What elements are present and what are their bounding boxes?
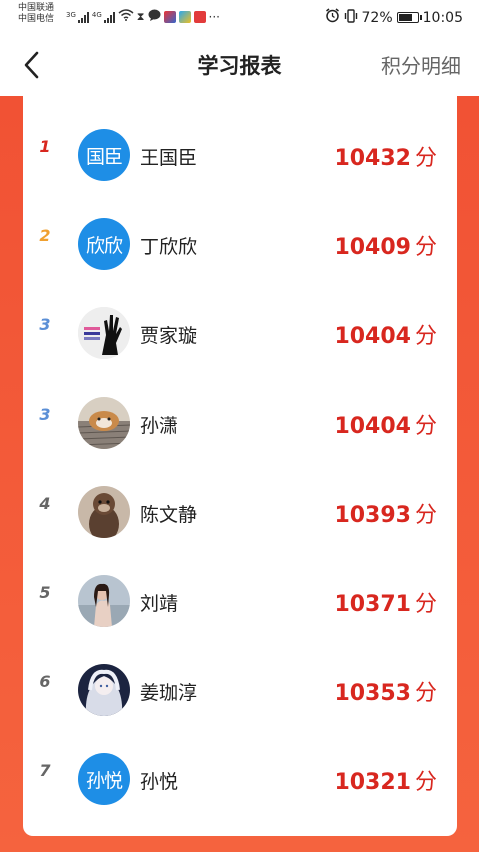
score-unit: 分 xyxy=(414,146,437,171)
rank-number: 2 xyxy=(39,226,51,246)
app-plane-icon xyxy=(178,10,191,23)
score: 10404 分 xyxy=(334,408,437,440)
avatar: 孙悦 xyxy=(78,753,130,806)
vibrate-icon xyxy=(344,8,358,27)
avatar: 欣欣 xyxy=(78,218,130,271)
user-name: 丁欣欣 xyxy=(140,236,198,259)
rank-number: 7 xyxy=(39,761,51,781)
rank-number: 1 xyxy=(39,137,51,156)
hourglass-icon: ⧗ xyxy=(136,9,145,23)
score: 10432 分 xyxy=(334,140,437,172)
app-notification-icon xyxy=(163,10,176,23)
user-name: 孙潇 xyxy=(140,414,179,437)
score: 10404 分 xyxy=(334,318,437,350)
rank-number: 4 xyxy=(39,493,51,513)
score-value: 10404 xyxy=(334,324,411,350)
avatar xyxy=(78,575,130,627)
alarm-icon xyxy=(325,8,340,27)
score-unit: 分 xyxy=(414,235,437,261)
ranking-row[interactable]: 7 孙悦 孙悦 10321 分 xyxy=(23,727,457,817)
user-name: 王国臣 xyxy=(140,147,198,169)
avatar xyxy=(78,396,130,449)
clock: 10:05 xyxy=(422,9,463,26)
carrier-2: 中国电信 xyxy=(18,14,55,24)
chat-icon xyxy=(148,9,161,24)
signal-4g-icon: 4G xyxy=(92,11,115,23)
score-value: 10393 xyxy=(334,502,411,528)
network-3g-label: 3G xyxy=(66,10,76,19)
score: 10371 分 xyxy=(334,586,437,618)
rank-number: 5 xyxy=(39,583,51,602)
battery-icon xyxy=(396,12,422,23)
score-unit: 分 xyxy=(414,324,437,350)
score-value: 10432 xyxy=(334,146,411,171)
nav-header: 学习报表 积分明细 xyxy=(0,34,479,96)
rank-number: 6 xyxy=(39,672,51,692)
rank-number: 3 xyxy=(39,315,51,335)
ranking-row[interactable]: 1 国臣 王国臣 10432 分 xyxy=(23,103,457,193)
battery-percent: 72% xyxy=(361,9,393,26)
score-unit: 分 xyxy=(414,413,437,439)
score-value: 10409 xyxy=(334,235,411,261)
score: 10409 分 xyxy=(334,229,437,261)
app-red-icon xyxy=(193,10,206,23)
ranking-row[interactable]: 6 姜珈淳 10353 分 xyxy=(23,638,457,728)
user-name: 孙悦 xyxy=(140,771,179,794)
more-notifications-icon: ··· xyxy=(208,9,220,24)
user-name: 姜珈淳 xyxy=(140,682,198,705)
score: 10393 分 xyxy=(334,497,437,529)
carrier-labels: 中国联通 中国电信 xyxy=(18,3,54,25)
user-name: 陈文静 xyxy=(140,503,198,526)
rank-number: 3 xyxy=(39,404,51,424)
signal-3g-icon: 3G xyxy=(66,11,89,23)
ranking-row[interactable]: 2 欣欣 丁欣欣 10409 分 xyxy=(23,192,457,282)
score-value: 10353 xyxy=(334,681,411,707)
carrier-1: 中国联通 xyxy=(18,3,55,13)
status-bar: 中国联通 中国电信 3G 4G ⧗ ··· 72% 10:05 xyxy=(0,0,479,34)
user-name: 刘靖 xyxy=(140,593,179,615)
score-value: 10404 xyxy=(334,413,411,439)
ranking-card: 1 国臣 王国臣 10432 分 2 欣欣 丁欣欣 10409 分 3 贾家璇 10404 分 3 孙潇 1… xyxy=(23,96,457,836)
score: 10321 分 xyxy=(334,764,437,796)
avatar xyxy=(78,485,130,538)
score: 10353 分 xyxy=(334,675,437,707)
avatar xyxy=(78,307,130,360)
ranking-row[interactable]: 5 刘靖 10371 分 xyxy=(23,549,457,639)
ranking-row[interactable]: 4 陈文静 10393 分 xyxy=(23,460,457,550)
network-4g-label: 4G xyxy=(91,10,102,19)
score-value: 10371 xyxy=(334,592,411,617)
score-unit: 分 xyxy=(414,681,437,707)
ranking-row[interactable]: 3 贾家璇 10404 分 xyxy=(23,281,457,371)
status-icons: 3G 4G ⧗ ··· xyxy=(66,9,220,24)
score-unit: 分 xyxy=(414,592,437,617)
wifi-icon xyxy=(118,9,134,24)
status-right: 72% 10:05 xyxy=(325,8,463,27)
points-detail-link[interactable]: 积分明细 xyxy=(381,50,461,79)
user-name: 贾家璇 xyxy=(140,325,198,348)
score-value: 10321 xyxy=(334,770,411,796)
score-unit: 分 xyxy=(414,502,437,528)
avatar: 国臣 xyxy=(78,129,130,181)
ranking-row[interactable]: 3 孙潇 10404 分 xyxy=(23,371,457,461)
avatar xyxy=(78,664,130,717)
score-unit: 分 xyxy=(414,770,437,796)
